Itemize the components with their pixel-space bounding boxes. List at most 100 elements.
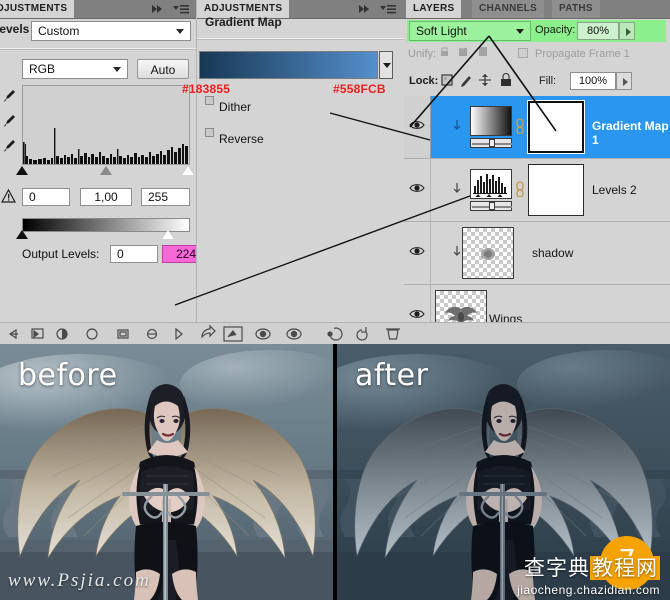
layer-thumbnail-gradient-map[interactable] xyxy=(470,106,512,136)
chevron-down-icon-preset xyxy=(176,29,184,34)
fill-stepper[interactable] xyxy=(616,72,632,90)
gradient-map-divider xyxy=(197,38,405,40)
eye-icon-3[interactable] xyxy=(409,308,425,320)
dither-checkbox[interactable] xyxy=(205,96,214,105)
table-row[interactable]: Gradient Map 1 xyxy=(404,96,670,159)
opacity-label: Opacity: xyxy=(535,24,576,36)
levels-output-slider[interactable] xyxy=(16,230,190,240)
blend-mode-value: Soft Light xyxy=(416,24,467,38)
levels-input-slider[interactable] xyxy=(16,166,194,176)
layer-mask-thumbnail-1[interactable] xyxy=(528,164,584,216)
adjustments-bottom-icons-left[interactable] xyxy=(0,323,196,345)
levels-input-shadow-field[interactable]: 0 xyxy=(22,188,70,206)
collapse-arrows-icon-left[interactable] xyxy=(150,2,166,16)
panel-menu-icon-mid[interactable] xyxy=(379,2,397,16)
levels-output-black-field[interactable]: 0 xyxy=(110,245,158,263)
layer-visibility-cell-1[interactable] xyxy=(404,159,431,221)
adjustments-left-tabbar: ADJUSTMENTS xyxy=(0,0,196,19)
white-point-eyedropper-icon[interactable] xyxy=(2,138,16,154)
opacity-stepper[interactable] xyxy=(619,22,635,40)
tab-paths[interactable]: PATHS xyxy=(552,0,600,18)
layers-tabbar: LAYERS CHANNELS PATHS xyxy=(404,0,670,19)
before-after-comparison: before www.Psjia.com after 查字典教程网 jiaoch… xyxy=(0,344,670,600)
levels-output-black-stop[interactable] xyxy=(16,230,28,239)
adjustments-panel-gradient-map: ADJUSTMENTS Gradient Map #183855 #558FCB… xyxy=(182,0,405,344)
tab-layers[interactable]: LAYERS xyxy=(406,0,462,18)
levels-output-label: Output Levels: xyxy=(22,247,100,261)
black-point-eyedropper-icon[interactable] xyxy=(2,88,16,104)
collapse-arrows-icon-mid[interactable] xyxy=(357,2,373,16)
layer-thumbnail-shadow[interactable] xyxy=(462,227,514,279)
reverse-checkbox[interactable] xyxy=(205,128,214,137)
after-watermark-url: jiaocheng.chazidian.com xyxy=(517,583,660,597)
tab-channels[interactable]: CHANNELS xyxy=(472,0,544,18)
table-row[interactable]: shadow xyxy=(404,222,670,285)
gradient-picker-dropdown[interactable] xyxy=(379,51,393,79)
eye-icon-1[interactable] xyxy=(409,182,425,194)
table-row[interactable]: Levels 2 xyxy=(404,159,670,222)
layer-thumbnail-slider-0 xyxy=(470,138,512,148)
adjustments-bottom-bar-right xyxy=(196,322,670,345)
eye-icon-0[interactable] xyxy=(409,119,425,131)
link-icon-1[interactable] xyxy=(516,181,524,198)
caret-right-icon-fill xyxy=(623,78,628,86)
layer-name-1[interactable]: Levels 2 xyxy=(592,183,637,197)
chevron-down-icon-blend xyxy=(516,29,524,34)
levels-preset-select[interactable]: Custom xyxy=(31,21,191,41)
layer-thumbnail-levels[interactable] xyxy=(470,169,512,199)
unify-label: Unify: xyxy=(408,48,437,60)
caret-right-icon-opacity xyxy=(626,28,631,36)
propagate-frame-checkbox[interactable] xyxy=(518,48,528,58)
blend-mode-select[interactable]: Soft Light xyxy=(409,21,531,41)
levels-midtone-stop[interactable] xyxy=(100,166,112,175)
before-label: before xyxy=(18,358,118,393)
clipping-mask-icon-0 xyxy=(452,120,462,132)
link-icon-0[interactable] xyxy=(516,118,524,135)
dither-label: Dither xyxy=(219,100,252,114)
fill-label: Fill: xyxy=(539,75,557,87)
eye-icon-2[interactable] xyxy=(409,245,425,257)
after-image: after 7 查字典教程网 jiaocheng.chazidian.com xyxy=(337,344,670,600)
layer-name-2[interactable]: shadow xyxy=(532,246,573,260)
lock-label: Lock: xyxy=(409,75,439,87)
adjustments-bottom-icons-right[interactable] xyxy=(196,323,411,345)
layer-visibility-cell-0[interactable] xyxy=(404,96,431,158)
after-watermark-cn: 查字典教程网 xyxy=(524,552,660,582)
layer-visibility-cell-2[interactable] xyxy=(404,222,431,284)
layer-thumbnail-slider-1 xyxy=(470,201,512,211)
after-watermark-cn-1: 查字典 xyxy=(524,556,590,580)
layer-name-0[interactable]: Gradient Map 1 xyxy=(592,119,670,147)
gradient-end-hex-label: #558FCB xyxy=(333,82,386,96)
levels-auto-button[interactable]: Auto xyxy=(137,59,189,79)
chevron-down-icon-gradient xyxy=(383,63,391,68)
levels-channel-select[interactable]: RGB xyxy=(22,59,128,79)
levels-input-highlight-field[interactable]: 255 xyxy=(141,188,190,206)
gradient-map-title: Gradient Map xyxy=(205,15,282,29)
unify-icons[interactable] xyxy=(438,46,494,63)
levels-highlight-stop[interactable] xyxy=(182,166,194,175)
levels-divider xyxy=(0,48,196,50)
adjustments-panel-levels: ADJUSTMENTS Levels Custom RGB Auto xyxy=(0,0,210,330)
clipping-mask-icon-2 xyxy=(452,246,462,258)
before-watermark: www.Psjia.com xyxy=(8,570,151,591)
propagate-frame-label: Propagate Frame 1 xyxy=(535,48,630,60)
after-watermark: 7 查字典教程网 jiaocheng.chazidian.com xyxy=(481,536,666,598)
clipping-warning-icon[interactable] xyxy=(0,188,17,204)
levels-shadow-stop[interactable] xyxy=(16,166,28,175)
lock-icons[interactable] xyxy=(441,71,521,92)
adjustments-bottom-bar-left xyxy=(0,322,196,345)
levels-panel-title: Levels xyxy=(0,22,30,36)
panel-menu-icon-left[interactable] xyxy=(172,2,190,16)
gray-point-eyedropper-icon[interactable] xyxy=(2,113,16,129)
gradient-preview-bar[interactable] xyxy=(199,51,378,79)
levels-input-midtone-field[interactable]: 1,00 xyxy=(80,188,132,206)
levels-histogram xyxy=(22,85,190,165)
after-label: after xyxy=(355,358,429,393)
chevron-down-icon-channel xyxy=(113,67,121,72)
tab-adjustments-left[interactable]: ADJUSTMENTS xyxy=(0,0,75,18)
fill-field[interactable]: 100% xyxy=(570,72,616,90)
opacity-field[interactable]: 80% xyxy=(577,22,619,40)
levels-output-white-stop[interactable] xyxy=(162,230,174,239)
clipping-mask-icon-1 xyxy=(452,183,462,195)
layer-mask-thumbnail-0[interactable] xyxy=(527,100,585,154)
